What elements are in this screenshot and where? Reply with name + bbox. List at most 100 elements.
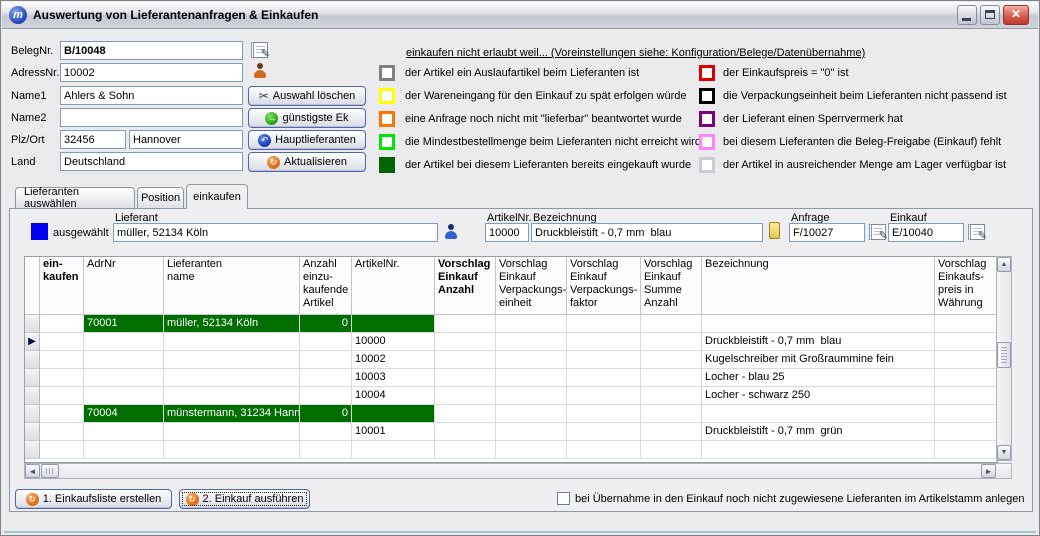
einkauf-lookup-icon[interactable] — [968, 224, 985, 240]
col-header-bezeichnung[interactable]: Bezeichnung — [702, 257, 935, 315]
horizontal-scrollbar[interactable]: ◄ ► — [24, 463, 1012, 479]
cell-adrnr[interactable]: 70004 — [84, 405, 164, 423]
col-header-anzahl[interactable]: Anzahl einzu- kaufende Artikel — [300, 257, 352, 315]
col-header-vorschlag-anzahl[interactable]: Vorschlag Einkauf Anzahl — [435, 257, 496, 315]
col-header-selector[interactable] — [25, 257, 40, 315]
anfrage-lookup-icon[interactable] — [869, 224, 886, 240]
scroll-right-icon[interactable]: ► — [981, 464, 996, 478]
aktualisieren-button[interactable]: ↻ Aktualisieren — [248, 152, 366, 172]
einkauf-ausfuehren-button[interactable]: ↻ 2. Einkauf ausführen — [179, 489, 310, 509]
anfrage-field[interactable] — [789, 223, 865, 242]
tab-label: Lieferanten auswählen — [24, 186, 126, 210]
bezeichnung-field[interactable] — [531, 223, 763, 242]
cell-artikelnr[interactable] — [352, 315, 435, 333]
maximize-button[interactable] — [980, 5, 1000, 25]
refresh-icon: ↻ — [186, 493, 199, 506]
artikelnr-field[interactable] — [485, 223, 529, 242]
lieferant-person-icon[interactable] — [444, 224, 458, 240]
close-button[interactable]: ✕ — [1003, 5, 1029, 25]
tab-einkaufen[interactable]: einkaufen — [186, 184, 248, 209]
adressnr-field[interactable] — [60, 63, 243, 82]
row-selector[interactable] — [25, 423, 40, 441]
row-selector-current[interactable]: ▶ — [25, 333, 40, 351]
minimize-icon — [962, 18, 971, 21]
go-arrow-icon: → — [265, 112, 278, 125]
horizontal-scrollbar-thumb[interactable] — [41, 464, 59, 478]
row-selector[interactable] — [25, 405, 40, 423]
table-row-article-10002[interactable]: 10002 Kugelschreiber mit Großraummine fe… — [25, 351, 997, 369]
ort-field[interactable] — [129, 130, 243, 149]
belegnr-field[interactable] — [60, 41, 243, 60]
cell-artikelnr[interactable] — [352, 405, 435, 423]
selected-color-swatch — [31, 223, 48, 240]
name1-field[interactable] — [60, 86, 243, 105]
cell-artikelnr[interactable]: 10004 — [352, 387, 435, 405]
scroll-up-icon[interactable]: ▲ — [997, 257, 1011, 272]
tab-lieferanten-auswaehlen[interactable]: Lieferanten auswählen — [15, 187, 135, 208]
col-header-artikelnr[interactable]: ArtikelNr. — [352, 257, 435, 315]
cell-anzahl[interactable]: 0 — [300, 405, 352, 423]
cell-anzahl[interactable]: 0 — [300, 315, 352, 333]
name2-label: Name2 — [11, 112, 46, 124]
row-selector[interactable] — [25, 441, 40, 459]
legend-color-wareneingang — [379, 88, 395, 104]
note-icon[interactable] — [769, 222, 780, 239]
land-field[interactable] — [60, 152, 243, 171]
plz-field[interactable] — [60, 130, 126, 149]
table-row-empty[interactable] — [25, 441, 997, 459]
cell-bezeichnung[interactable]: Druckbleistift - 0,7 mm blau — [702, 333, 935, 351]
row-selector[interactable] — [25, 315, 40, 333]
col-header-lieferantenname[interactable]: Lieferanten name — [164, 257, 300, 315]
col-header-summe-anzahl[interactable]: Vorschlag Einkauf Summe Anzahl — [641, 257, 702, 315]
row-selector[interactable] — [25, 351, 40, 369]
lieferant-field[interactable] — [113, 223, 438, 242]
refresh-icon: ↻ — [26, 493, 39, 506]
cell-artikelnr[interactable]: 10001 — [352, 423, 435, 441]
cell-lieferantenname[interactable]: münstermann, 31234 Hannover — [164, 405, 300, 423]
scroll-left-icon[interactable]: ◄ — [25, 464, 40, 478]
legend-text-auslaufartikel: der Artikel ein Auslaufartikel beim Lief… — [405, 67, 639, 79]
col-header-adrnr[interactable]: AdrNr — [84, 257, 164, 315]
legend-text-bereits-eingekauft: der Artikel bei diesem Lieferanten berei… — [405, 159, 691, 171]
cell-bezeichnung[interactable]: Kugelschreiber mit Großraummine fein — [702, 351, 935, 369]
einkaufsliste-erstellen-button[interactable]: ↻ 1. Einkaufsliste erstellen — [15, 489, 172, 509]
row-selector[interactable] — [25, 369, 40, 387]
vertical-scrollbar-thumb[interactable] — [997, 342, 1011, 368]
table-row-article-10001[interactable]: 10001 Druckbleistift - 0,7 mm grün — [25, 423, 997, 441]
col-header-verpackungseinheit[interactable]: Vorschlag Einkauf Verpackungs- einheit — [496, 257, 567, 315]
scroll-down-icon[interactable]: ▼ — [997, 445, 1011, 460]
row-selector[interactable] — [25, 387, 40, 405]
minimize-button[interactable] — [957, 5, 977, 25]
table-row-article-10000[interactable]: ▶ 10000 Druckbleistift - 0,7 mm blau — [25, 333, 997, 351]
table-row-article-10004[interactable]: 10004 Locher - schwarz 250 — [25, 387, 997, 405]
beleg-lookup-icon[interactable] — [251, 42, 268, 58]
einkauf-field[interactable] — [888, 223, 964, 242]
cell-artikelnr[interactable]: 10002 — [352, 351, 435, 369]
cell-artikelnr[interactable]: 10000 — [352, 333, 435, 351]
cell-lieferantenname[interactable]: müller, 52134 Köln — [164, 315, 300, 333]
cell-adrnr[interactable]: 70001 — [84, 315, 164, 333]
hauptlieferanten-button[interactable]: ↶ Hauptlieferanten — [248, 130, 366, 150]
auswahl-loeschen-button[interactable]: ✂ Auswahl löschen — [248, 86, 366, 106]
col-header-einkaufspreis[interactable]: Vorschlag Einkaufs- preis in Währung — [935, 257, 997, 315]
tab-label: Position — [141, 192, 180, 204]
cell-artikelnr[interactable]: 10003 — [352, 369, 435, 387]
guenstigste-ek-button[interactable]: → günstigste Ek — [248, 108, 366, 128]
cell-bezeichnung[interactable]: Locher - blau 25 — [702, 369, 935, 387]
table-row-article-10003[interactable]: 10003 Locher - blau 25 — [25, 369, 997, 387]
cell-bezeichnung[interactable]: Locher - schwarz 250 — [702, 387, 935, 405]
col-header-einkaufen[interactable]: ein- kaufen — [40, 257, 84, 315]
address-person-icon[interactable] — [253, 63, 267, 79]
title-bar[interactable]: m Auswertung von Lieferantenanfragen & E… — [2, 2, 1038, 29]
uebernahme-checkbox[interactable] — [557, 492, 570, 505]
aktualisieren-label: Aktualisieren — [284, 156, 347, 168]
table-row-supplier-70004[interactable]: 70004 münstermann, 31234 Hannover 0 — [25, 405, 997, 423]
vertical-scrollbar[interactable]: ▲ ▼ — [996, 256, 1012, 461]
cell-bezeichnung[interactable]: Druckbleistift - 0,7 mm grün — [702, 423, 935, 441]
name2-field[interactable] — [60, 108, 243, 127]
table-row-supplier-70001[interactable]: 70001 müller, 52134 Köln 0 — [25, 315, 997, 333]
tab-position[interactable]: Position — [137, 187, 184, 208]
ausgewaehlt-label: ausgewählt — [53, 227, 109, 239]
einkauf-ausfuehren-label: 2. Einkauf ausführen — [203, 493, 304, 505]
col-header-verpackungsfaktor[interactable]: Vorschlag Einkauf Verpackungs- faktor — [567, 257, 641, 315]
